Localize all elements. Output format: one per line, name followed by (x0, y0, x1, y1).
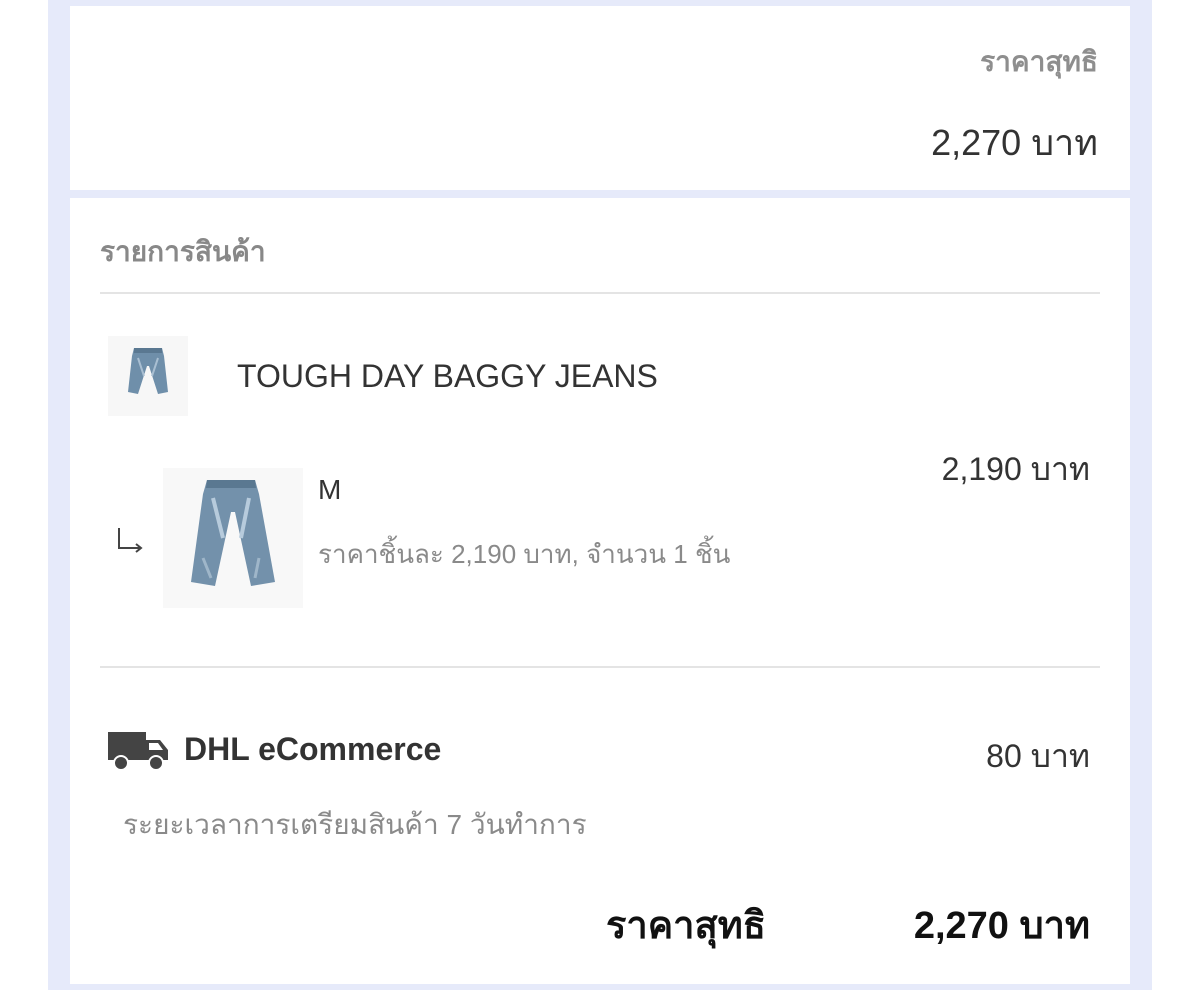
section-title: รายการสินค้า (100, 236, 266, 267)
total-amount: 2,270 บาท (913, 905, 1090, 947)
summary-label: ราคาสุทธิ (980, 46, 1098, 77)
product-name[interactable]: TOUGH DAY BAGGY JEANS (237, 358, 658, 395)
variant-price: 2,190 บาท (941, 451, 1090, 487)
variant-size: M (318, 474, 342, 505)
product-thumbnail[interactable] (108, 336, 188, 416)
order-items-card: รายการสินค้า TOUGH DAY BAGGY JEANS M ราค… (70, 198, 1130, 984)
shipping-note: ระยะเวลาการเตรียมสินค้า 7 วันทำการ (123, 809, 587, 840)
jeans-image (108, 336, 188, 416)
divider (100, 666, 1100, 668)
summary-card: ราคาสุทธิ 2,270 บาท (70, 6, 1130, 190)
divider (100, 292, 1100, 294)
variant-thumbnail[interactable] (163, 468, 303, 608)
jeans-image (163, 468, 303, 608)
truck-icon (108, 728, 170, 772)
total-label: ราคาสุทธิ (606, 905, 766, 947)
sub-item-arrow-icon (116, 526, 146, 558)
shipping-carrier: DHL eCommerce (184, 731, 442, 767)
shipping-price: 80 บาท (986, 738, 1090, 774)
variant-description: ราคาชิ้นละ 2,190 บาท, จำนวน 1 ชิ้น (318, 539, 731, 569)
summary-amount: 2,270 บาท (931, 122, 1098, 163)
